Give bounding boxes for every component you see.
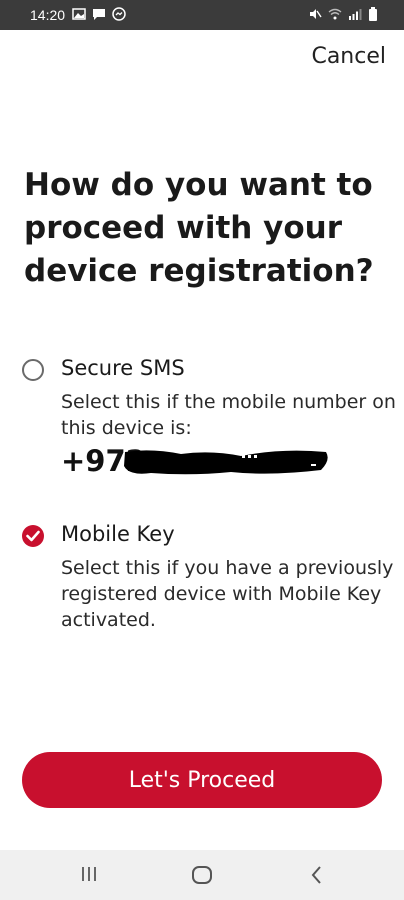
mute-icon [308,7,322,21]
status-system-icons [308,7,382,21]
lets-proceed-button[interactable]: Let's Proceed [22,752,382,808]
signal-icon [348,7,362,21]
battery-icon [368,7,382,21]
home-icon[interactable] [190,864,214,890]
mobile-key-radio[interactable] [22,525,44,547]
secure-sms-description: Select this if the mobile number on this… [61,391,396,439]
redacted-scribble [124,450,328,475]
message-icon [92,7,106,21]
status-time: 14:20 [30,7,66,23]
image-icon [72,7,86,21]
status-notifications [72,7,126,21]
wifi-icon [328,7,342,21]
cancel-button[interactable]: Cancel [311,44,386,69]
messenger-icon [112,7,126,21]
system-nav-bar [0,850,404,900]
mobile-key-description: Select this if you have a previously reg… [61,557,394,631]
recent-apps-icon[interactable] [80,864,98,888]
mobile-key-label: Mobile Key [61,522,175,546]
checkmark-icon [26,530,40,542]
secure-sms-radio[interactable] [22,359,44,381]
page-title: How do you want to proceed with your dev… [24,167,374,289]
back-icon[interactable] [308,864,326,890]
secure-sms-label: Secure SMS [61,356,185,380]
status-bar: 14:20 [0,0,404,30]
